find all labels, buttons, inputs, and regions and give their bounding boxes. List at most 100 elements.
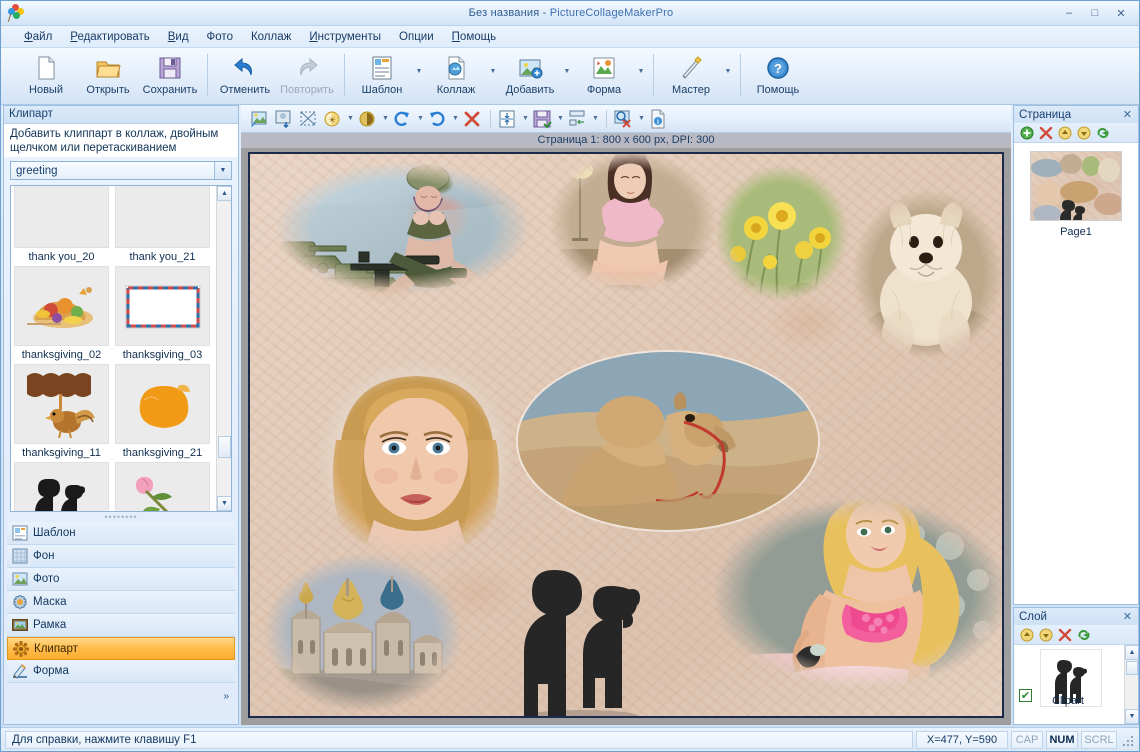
toolbar-dropdown-template[interactable]: ▼ <box>413 51 425 101</box>
align-vertical-icon[interactable] <box>496 108 518 130</box>
refresh-layer-icon[interactable] <box>1077 628 1091 642</box>
layer-scrollbar[interactable]: ▲ ▼ <box>1124 645 1138 724</box>
delete-layer-icon[interactable] <box>1058 628 1072 642</box>
rotate-right-dropdown[interactable]: ▼ <box>415 108 426 130</box>
layer-scroll-up-icon[interactable]: ▲ <box>1125 645 1138 660</box>
photo-blonde-woman-pink-bikini[interactable] <box>700 494 1002 694</box>
menu-item-photo[interactable]: Фото <box>198 29 242 45</box>
page-list[interactable]: Page1 <box>1014 143 1138 604</box>
sidebar-item-background[interactable]: Фон <box>7 545 235 568</box>
move-up-page-icon[interactable] <box>1058 126 1072 140</box>
photo-white-terrier-dog[interactable] <box>848 184 1002 364</box>
toolbar-button-template[interactable]: Шаблон <box>351 51 413 101</box>
canvas-area[interactable]: Страница 1: 800 x 600 px, DPI: 300 <box>241 133 1011 725</box>
scroll-down-icon[interactable]: ▼ <box>217 496 231 511</box>
menu-item-view[interactable]: Вид <box>159 29 198 45</box>
rotate-left-dropdown[interactable]: ▼ <box>450 108 461 130</box>
close-icon[interactable]: ✕ <box>1123 610 1132 623</box>
toolbar-button-open[interactable]: Открыть <box>77 51 139 101</box>
sidebar-item-shape[interactable]: Форма <box>7 660 235 683</box>
image-down-icon[interactable] <box>273 108 295 130</box>
toolbar-button-help[interactable]: ? Помощь <box>747 51 809 101</box>
refresh-page-icon[interactable] <box>1096 126 1110 140</box>
layer-up-icon[interactable] <box>1020 628 1034 642</box>
brightness-up-dropdown[interactable]: ▼ <box>345 108 356 130</box>
clipart-item[interactable]: thank you_21 <box>115 186 210 266</box>
clipart-item[interactable]: valentine's day_18 <box>115 462 210 511</box>
scrollbar-thumb[interactable] <box>218 436 231 458</box>
distribute-icon[interactable] <box>566 108 588 130</box>
delete-page-icon[interactable] <box>1039 126 1053 140</box>
brightness-down-icon[interactable] <box>356 108 378 130</box>
sidebar-item-frame[interactable]: Рамка <box>7 614 235 637</box>
toolbar-dropdown-wizard[interactable]: ▼ <box>722 51 734 101</box>
scroll-up-icon[interactable]: ▲ <box>217 186 231 201</box>
brightness-down-dropdown[interactable]: ▼ <box>380 108 391 130</box>
toolbar-dropdown-collage[interactable]: ▼ <box>487 51 499 101</box>
clipart-scrollbar[interactable]: ▲ ▼ <box>216 186 231 511</box>
clipart-item[interactable]: thanksgiving_11 <box>14 364 109 462</box>
sidebar-item-mask[interactable]: Маска <box>7 591 235 614</box>
photo-girl-sitting-bedroom[interactable] <box>548 154 718 304</box>
toolbar-button-redo[interactable]: Повторить <box>276 51 338 101</box>
resize-grip[interactable] <box>1121 732 1137 748</box>
photo-church-cathedral[interactable] <box>258 552 468 716</box>
info-page-icon[interactable]: i <box>647 108 669 130</box>
layer-list[interactable]: ✔ Clipart ▲ ▼ <box>1014 645 1138 724</box>
zoom-remove-icon[interactable] <box>612 108 634 130</box>
add-page-icon[interactable] <box>1020 126 1034 140</box>
layer-list-item[interactable]: ✔ Clipart <box>1014 645 1138 707</box>
chevron-down-icon[interactable]: ▼ <box>214 162 231 179</box>
panel-splitter[interactable]: •••••••• <box>4 512 238 522</box>
panel-expand-button[interactable]: » <box>4 683 238 709</box>
clipart-item[interactable]: thanksgiving_02 <box>14 266 109 364</box>
align-vertical-dropdown[interactable]: ▼ <box>520 108 531 130</box>
toolbar-dropdown-shape[interactable]: ▼ <box>635 51 647 101</box>
delete-x-icon[interactable] <box>461 108 483 130</box>
clipart-item[interactable]: thank you_20 <box>14 186 109 266</box>
toolbar-dropdown-add[interactable]: ▼ <box>561 51 573 101</box>
clipart-kissing-kids-on-canvas[interactable] <box>492 536 672 716</box>
save-layout-dropdown[interactable]: ▼ <box>555 108 566 130</box>
zoom-remove-dropdown[interactable]: ▼ <box>636 108 647 130</box>
sidebar-item-template[interactable]: Шаблон <box>7 522 235 545</box>
menu-item-tools[interactable]: Инструменты <box>300 29 390 45</box>
rotate-right-icon[interactable] <box>391 108 413 130</box>
crop-deselect-icon[interactable] <box>297 108 319 130</box>
save-layout-icon[interactable] <box>531 108 553 130</box>
close-icon[interactable]: ✕ <box>1123 108 1132 121</box>
collage-page[interactable] <box>248 152 1004 718</box>
menu-item-help[interactable]: Помощь <box>443 29 505 45</box>
layer-scrollbar-thumb[interactable] <box>1126 661 1138 675</box>
menu-item-options[interactable]: Опции <box>390 29 443 45</box>
clipart-grid[interactable]: thank you_20 thank you_21 thanksgiving_0… <box>10 185 232 512</box>
clipart-item[interactable]: thanksgiving_03 <box>115 266 210 364</box>
distribute-dropdown[interactable]: ▼ <box>590 108 601 130</box>
layer-down-icon[interactable] <box>1039 628 1053 642</box>
toolbar-button-undo[interactable]: Отменить <box>214 51 276 101</box>
page-thumbnail-item[interactable]: Page1 <box>1014 143 1138 238</box>
menu-item-edit[interactable]: Редактировать <box>61 29 158 45</box>
sidebar-item-clipart[interactable]: Клипарт <box>7 637 235 660</box>
toolbar-button-collage[interactable]: Коллаж <box>425 51 487 101</box>
menu-item-file[interactable]: Файл <box>15 29 61 45</box>
toolbar-button-new[interactable]: Новый <box>15 51 77 101</box>
toolbar-button-wizard[interactable]: Мастер <box>660 51 722 101</box>
photo-yellow-flowers[interactable] <box>712 162 852 310</box>
brightness-up-icon[interactable]: ☀ <box>321 108 343 130</box>
layer-scroll-down-icon[interactable]: ▼ <box>1125 709 1138 724</box>
toolbar-button-add[interactable]: Добавить <box>499 51 561 101</box>
toolbar-button-save[interactable]: Сохранить <box>139 51 201 101</box>
menu-item-collage[interactable]: Коллаж <box>242 29 300 45</box>
photo-soldier-girl-tanks[interactable] <box>255 156 550 306</box>
toolbar-button-shape[interactable]: Форма <box>573 51 635 101</box>
photo-blonde-woman-portrait[interactable] <box>308 352 523 567</box>
rotate-left-icon[interactable] <box>426 108 448 130</box>
move-down-page-icon[interactable] <box>1077 126 1091 140</box>
clipart-item[interactable]: valentine's day_17 <box>14 462 109 511</box>
clipart-category-combo[interactable]: greeting ▼ <box>10 161 232 180</box>
toolbar-label-open: Открыть <box>86 84 130 96</box>
fit-image-icon[interactable] <box>249 108 271 130</box>
sidebar-item-photo[interactable]: Фото <box>7 568 235 591</box>
clipart-item[interactable]: thanksgiving_21 <box>115 364 210 462</box>
